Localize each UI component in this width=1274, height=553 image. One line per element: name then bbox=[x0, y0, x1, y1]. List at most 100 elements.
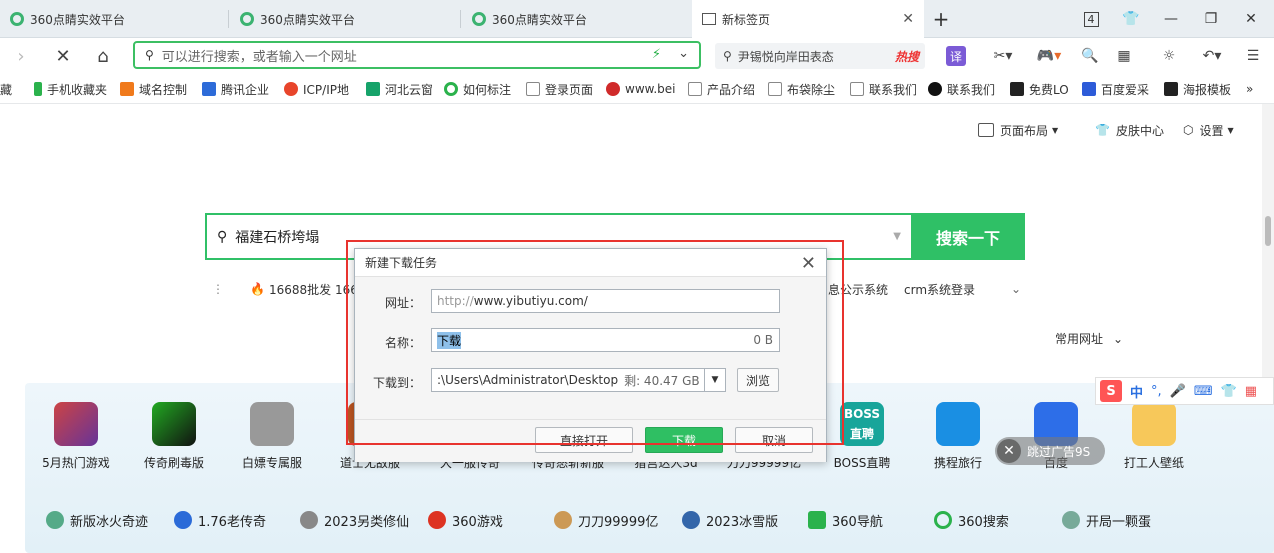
search-button[interactable]: 搜索一下 bbox=[911, 213, 1025, 260]
name-label: 名称： bbox=[384, 336, 421, 350]
minimize-icon[interactable]: — bbox=[1160, 8, 1182, 30]
apps-icon[interactable]: ▦ bbox=[1245, 384, 1257, 399]
ime-mode[interactable]: 中 bbox=[1130, 382, 1143, 401]
common-sites-toggle[interactable]: 常用网址 ⌄ bbox=[1055, 330, 1123, 347]
stop-loading-icon[interactable]: ✕ bbox=[50, 43, 76, 69]
bookmark-item[interactable]: 藏 bbox=[0, 80, 16, 98]
bottom-link[interactable]: 2023另类修仙 bbox=[300, 510, 409, 530]
bookmark-item[interactable]: ICP/IP地 bbox=[284, 80, 350, 98]
bookmark-item[interactable]: 百度爱采 bbox=[1082, 80, 1150, 98]
more-vert-icon[interactable]: ⋮ bbox=[212, 282, 224, 296]
new-download-dialog: 新建下载任务 ✕ 网址： http://www.yibutiyu.com/ 名称… bbox=[354, 248, 827, 462]
address-placeholder: 可以进行搜索，或者输入一个网址 bbox=[161, 49, 357, 65]
gamepad-icon[interactable]: 🎮▾ bbox=[1032, 46, 1066, 66]
bookmark-item[interactable]: 腾讯企业 bbox=[202, 80, 270, 98]
tab-4-active[interactable]: 新标签页 ✕ bbox=[692, 0, 924, 38]
scissors-icon[interactable]: ✂▾ bbox=[988, 46, 1018, 66]
skin-center[interactable]: 👕 皮肤中心 bbox=[1095, 120, 1164, 140]
tab-1[interactable]: 360点睛实效平台 bbox=[0, 0, 228, 38]
shirt-icon: 👕 bbox=[1095, 123, 1110, 137]
bottom-link[interactable]: 刀刀99999亿 bbox=[554, 510, 658, 530]
shirt-icon[interactable]: 👕 bbox=[1120, 8, 1142, 30]
bottom-link[interactable]: 2023冰雪版 bbox=[682, 510, 778, 530]
url-field[interactable]: http://www.yibutiyu.com/ bbox=[431, 289, 780, 313]
page-layout-menu[interactable]: 页面布局 ▼ bbox=[978, 120, 1058, 140]
bookmark-item[interactable]: 手机收藏夹 bbox=[34, 80, 114, 98]
punct-icon[interactable]: °, bbox=[1151, 384, 1162, 399]
address-bar[interactable]: ⚲ 可以进行搜索，或者输入一个网址 ⚡ ⌄ bbox=[133, 41, 701, 69]
bookmark-item[interactable]: 布袋除尘 bbox=[768, 80, 836, 98]
download-button[interactable]: 下载 bbox=[645, 427, 723, 453]
open-directly-button[interactable]: 直接打开 bbox=[535, 427, 633, 453]
bookmark-item[interactable]: 海报模板 bbox=[1164, 80, 1232, 98]
bottom-link[interactable]: 360导航 bbox=[808, 510, 883, 530]
app-tile[interactable]: 携程旅行 bbox=[918, 402, 998, 471]
bookmark-item[interactable]: 联系我们 bbox=[850, 80, 916, 98]
search-tool-icon[interactable]: 🔍 bbox=[1080, 46, 1100, 66]
app-tile[interactable]: 传奇刷毒版 bbox=[134, 402, 214, 471]
bookmarks-more-icon[interactable]: » bbox=[1246, 80, 1260, 98]
hot-link[interactable]: 息公示系统 bbox=[828, 281, 888, 298]
bookmark-item[interactable]: 河北云窗 bbox=[366, 80, 432, 98]
search-icon: ⚲ bbox=[217, 228, 228, 245]
close-tab-icon[interactable]: ✕ bbox=[902, 11, 914, 27]
app-tile[interactable]: BOSS 直聘 BOSS直聘 bbox=[822, 402, 902, 471]
bookmarks-bar: 藏 手机收藏夹 域名控制 腾讯企业 ICP/IP地 河北云窗 如何标注 登录页面… bbox=[0, 73, 1274, 104]
undo-icon[interactable]: ↶▾ bbox=[1196, 46, 1228, 66]
home-icon[interactable]: ⌂ bbox=[90, 43, 116, 69]
tab-bar: 360点睛实效平台 360点睛实效平台 360点睛实效平台 新标签页 ✕ + 4… bbox=[0, 0, 1274, 38]
app-tile[interactable]: 打工人壁纸 bbox=[1114, 402, 1194, 471]
window-close-icon[interactable]: ✕ bbox=[1240, 8, 1262, 30]
scrollbar-thumb[interactable] bbox=[1265, 216, 1271, 246]
restore-icon[interactable]: ❐ bbox=[1200, 8, 1222, 30]
settings-menu[interactable]: ⬡ 设置 ▼ bbox=[1183, 120, 1234, 140]
bottom-link[interactable]: 新版冰火奇迹 bbox=[46, 510, 148, 530]
new-tab-plus-icon[interactable]: + bbox=[930, 7, 952, 31]
browse-button[interactable]: 浏览 bbox=[737, 368, 779, 392]
save-path-field[interactable]: :\Users\Administrator\Desktop 剩: 40.47 G… bbox=[431, 368, 705, 392]
bookmark-item[interactable]: 登录页面 bbox=[526, 80, 594, 98]
tab-title: 新标签页 bbox=[722, 12, 771, 27]
lightning-icon[interactable]: ⚡ bbox=[652, 47, 661, 62]
back-icon[interactable]: › bbox=[8, 43, 34, 69]
bottom-link[interactable]: 360游戏 bbox=[428, 510, 503, 530]
skip-ad-button[interactable]: ✕ 跳过广告9S bbox=[995, 437, 1105, 465]
mic-icon[interactable]: 🎤 bbox=[1170, 384, 1186, 399]
bookmark-item[interactable]: 产品介绍 bbox=[688, 80, 754, 98]
chevron-down-icon[interactable]: ⌄ bbox=[1011, 282, 1021, 296]
bookmark-item[interactable]: 域名控制 bbox=[120, 80, 188, 98]
hot-link[interactable]: crm系统登录 bbox=[904, 281, 975, 298]
close-icon[interactable]: ✕ bbox=[801, 253, 816, 274]
app-tile[interactable]: 5月热门游戏 bbox=[36, 402, 116, 471]
bookmark-item[interactable]: 联系我们 bbox=[928, 80, 996, 98]
brightness-icon[interactable]: ☼ bbox=[1158, 46, 1180, 66]
tab-3[interactable]: 360点睛实效平台 bbox=[462, 0, 692, 38]
bottom-link[interactable]: 360搜索 bbox=[934, 510, 1009, 530]
sogou-logo-icon[interactable]: S bbox=[1100, 380, 1122, 402]
cancel-button[interactable]: 取消 bbox=[735, 427, 813, 453]
bookmark-item[interactable]: www.bei bbox=[606, 80, 676, 98]
keyboard-icon[interactable]: ⌨ bbox=[1194, 384, 1213, 399]
file-size: 0 B bbox=[753, 333, 773, 347]
layout-icon bbox=[978, 123, 994, 137]
translate-icon[interactable]: 译 bbox=[946, 46, 966, 66]
bookmark-item[interactable]: 免费LO bbox=[1010, 80, 1072, 98]
tab-2[interactable]: 360点睛实效平台 bbox=[230, 0, 460, 38]
hot-link[interactable]: 16688批发 166 bbox=[269, 281, 358, 298]
tab-count-icon[interactable]: 4 bbox=[1080, 8, 1102, 30]
skin-icon[interactable]: 👕 bbox=[1221, 384, 1237, 399]
navigation-bar: › ✕ ⌂ ⚲ 可以进行搜索，或者输入一个网址 ⚡ ⌄ ⚲ 尹锡悦向岸田表态 热… bbox=[0, 38, 1274, 73]
chevron-down-icon[interactable]: ⌄ bbox=[678, 46, 689, 61]
bottom-link[interactable]: 1.76老传奇 bbox=[174, 510, 266, 530]
chevron-down-icon[interactable]: ▼ bbox=[704, 368, 726, 392]
dropdown-icon[interactable]: ▼ bbox=[893, 231, 901, 242]
name-field[interactable]: 下载 0 B bbox=[431, 328, 780, 352]
apps-grid-icon[interactable]: ▦ bbox=[1114, 46, 1134, 66]
side-search-box[interactable]: ⚲ 尹锡悦向岸田表态 热搜 bbox=[715, 43, 925, 69]
bookmark-item[interactable]: 如何标注 bbox=[444, 80, 512, 98]
fire-icon: 🔥 bbox=[250, 282, 265, 296]
bottom-link[interactable]: 开局一颗蛋 bbox=[1062, 510, 1151, 530]
app-tile[interactable]: 白嫖专属服 bbox=[232, 402, 312, 471]
menu-icon[interactable]: ☰ bbox=[1242, 46, 1264, 66]
search-icon: ⚲ bbox=[723, 49, 732, 63]
